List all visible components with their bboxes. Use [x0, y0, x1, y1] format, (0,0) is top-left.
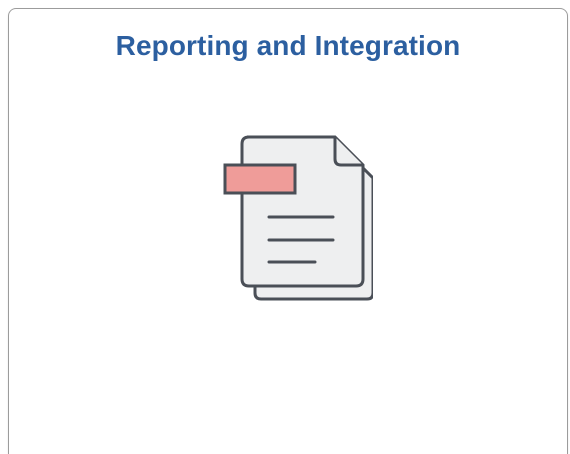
reporting-and-integration-tile[interactable]: Reporting and Integration — [8, 8, 568, 454]
documents-icon — [217, 129, 373, 303]
tile-title: Reporting and Integration — [115, 30, 461, 61]
label-tab-shape — [223, 163, 297, 195]
